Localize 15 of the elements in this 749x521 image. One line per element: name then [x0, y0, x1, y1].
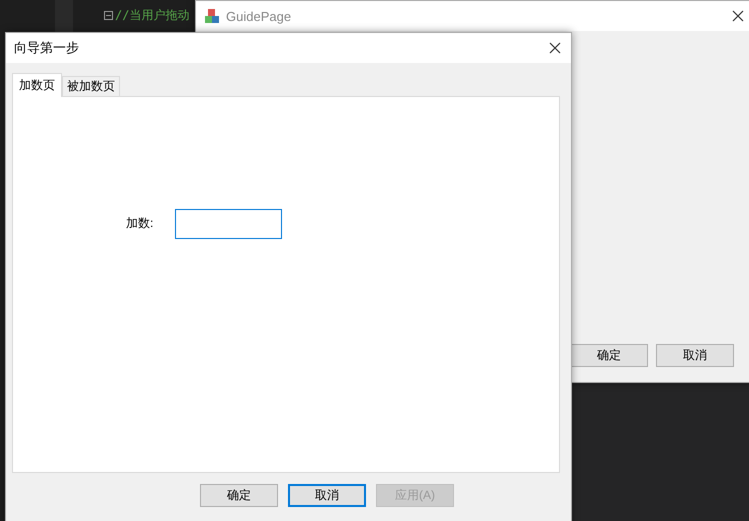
close-icon[interactable] — [732, 10, 744, 22]
dialog-button[interactable]: 确定 — [570, 344, 648, 367]
collapse-icon[interactable] — [104, 11, 113, 20]
input-field[interactable] — [175, 209, 282, 239]
field-label: 加数: — [126, 215, 154, 232]
window-title: GuidePage — [226, 8, 292, 24]
cubes-icon — [204, 8, 220, 24]
tab[interactable]: 加数页 — [12, 73, 62, 97]
code-comment: //当用户拖动 — [115, 7, 190, 24]
tab[interactable]: 被加数页 — [62, 76, 120, 96]
window-title: 向导第一步 — [14, 39, 80, 57]
dialog-button[interactable]: 确定 — [200, 484, 278, 507]
dialog-button[interactable]: 取消 — [656, 344, 734, 367]
close-icon[interactable] — [549, 42, 561, 54]
dialog-button[interactable]: 取消 — [288, 484, 366, 507]
